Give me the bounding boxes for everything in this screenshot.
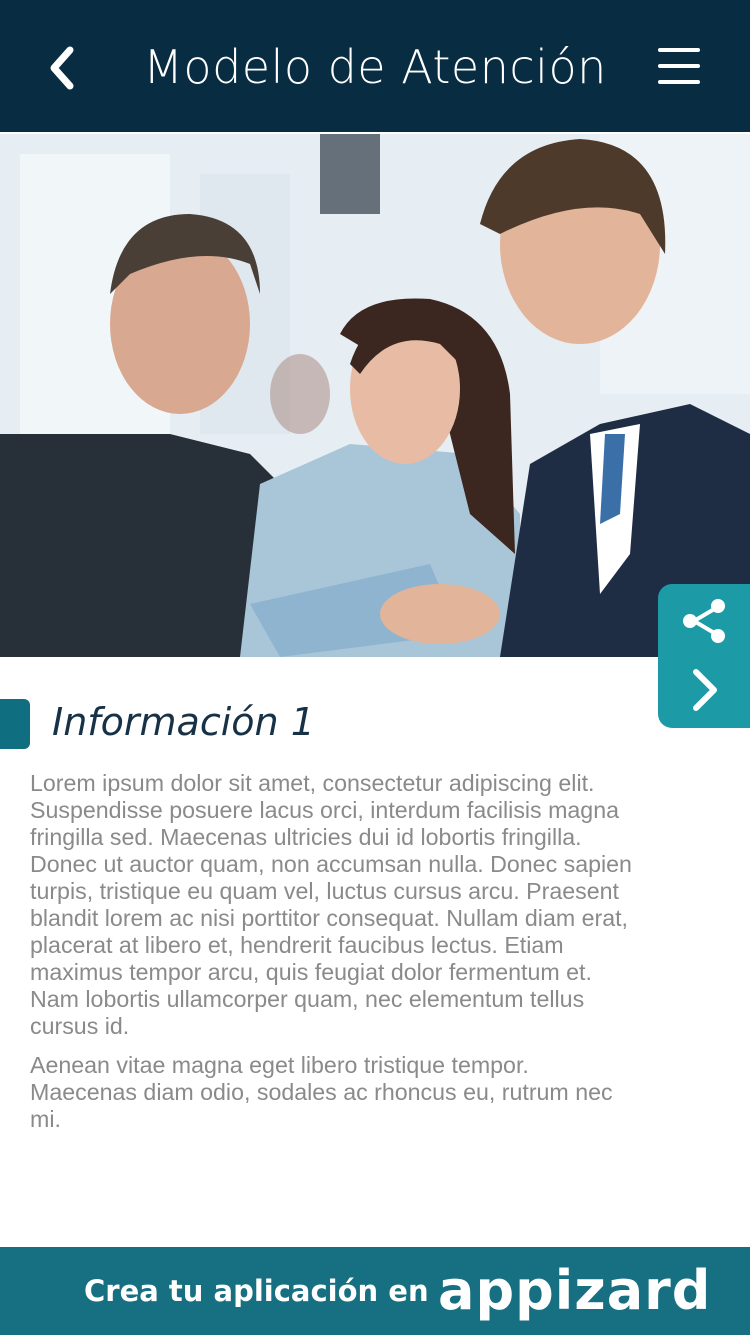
menu-button[interactable] (658, 48, 700, 88)
hero-photo (0, 134, 750, 657)
app-header: Modelo de Atención (0, 0, 750, 132)
footer-text: Crea tu aplicación en (84, 1274, 429, 1308)
share-icon (683, 599, 725, 643)
share-button[interactable] (658, 584, 750, 656)
next-button[interactable] (658, 656, 750, 728)
paragraph: Aenean vitae magna eget libero tristique… (30, 1052, 613, 1132)
brand-logo: appizard (438, 1259, 712, 1322)
side-action-panel (658, 584, 750, 728)
paragraph: Lorem ipsum dolor sit amet, consectetur … (30, 770, 632, 1039)
page-title: Modelo de Atención (143, 40, 607, 94)
chevron-right-icon (693, 669, 717, 711)
body-text: Lorem ipsum dolor sit amet, consectetur … (30, 770, 640, 1145)
hero-image (0, 134, 750, 657)
hamburger-menu-icon (658, 48, 700, 52)
footer-banner[interactable]: Crea tu aplicación en appizard (0, 1247, 750, 1335)
section-title: Información 1 (52, 700, 315, 744)
section-marker (0, 699, 30, 749)
